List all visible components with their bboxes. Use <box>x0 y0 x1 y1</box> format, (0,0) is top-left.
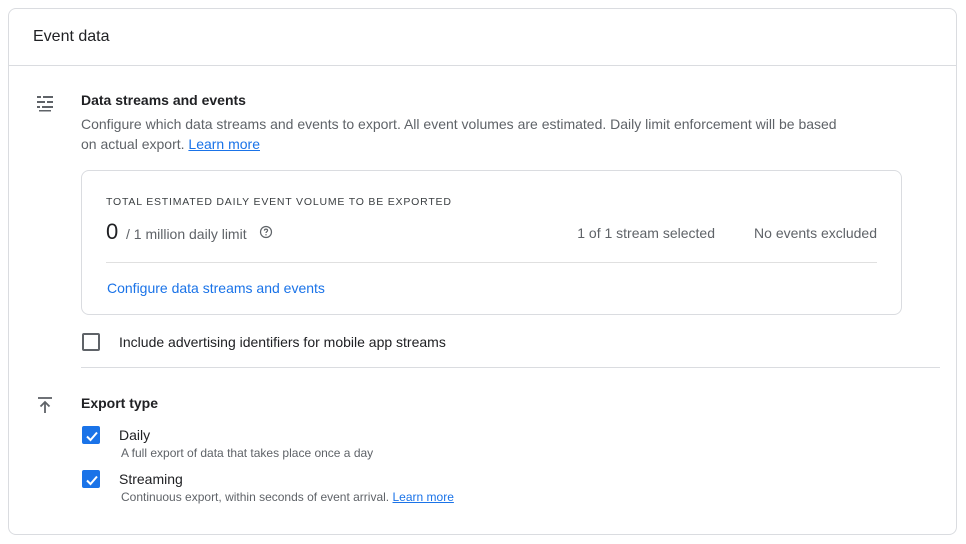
streaming-label: Streaming <box>119 471 183 487</box>
ad-identifiers-label: Include advertising identifiers for mobi… <box>119 334 446 350</box>
daily-label: Daily <box>119 427 151 443</box>
streaming-checkbox[interactable] <box>82 470 100 488</box>
data-streams-title: Data streams and events <box>81 92 246 108</box>
card-title: Event data <box>9 9 956 66</box>
daily-sublabel: A full export of data that takes place o… <box>121 446 374 460</box>
volume-count: 0 <box>106 219 119 244</box>
event-data-card: Event data Data streams and events Confi… <box>8 8 957 535</box>
section-divider <box>81 367 940 368</box>
volume-limit: / 1 million daily limit <box>126 226 247 242</box>
export-type-title: Export type <box>81 395 159 411</box>
help-icon[interactable] <box>259 225 273 239</box>
volume-row: 0 / 1 million daily limit 1 of 1 stream … <box>106 219 877 247</box>
data-streams-description: Configure which data streams and events … <box>81 116 837 152</box>
filter-list-icon <box>37 96 53 112</box>
streaming-learn-more-link[interactable]: Learn more <box>393 490 454 504</box>
events-excluded: No events excluded <box>754 225 877 241</box>
volume-label: TOTAL ESTIMATED DAILY EVENT VOLUME TO BE… <box>106 196 452 208</box>
streaming-sublabel: Continuous export, within seconds of eve… <box>121 490 454 504</box>
event-volume-card: TOTAL ESTIMATED DAILY EVENT VOLUME TO BE… <box>81 170 902 315</box>
configure-streams-link[interactable]: Configure data streams and events <box>107 280 325 296</box>
inner-divider <box>106 262 877 263</box>
learn-more-link[interactable]: Learn more <box>188 136 260 152</box>
ad-identifiers-checkbox[interactable] <box>82 333 100 351</box>
upload-icon <box>38 397 52 413</box>
streams-selected: 1 of 1 stream selected <box>577 225 715 241</box>
daily-checkbox[interactable] <box>82 426 100 444</box>
